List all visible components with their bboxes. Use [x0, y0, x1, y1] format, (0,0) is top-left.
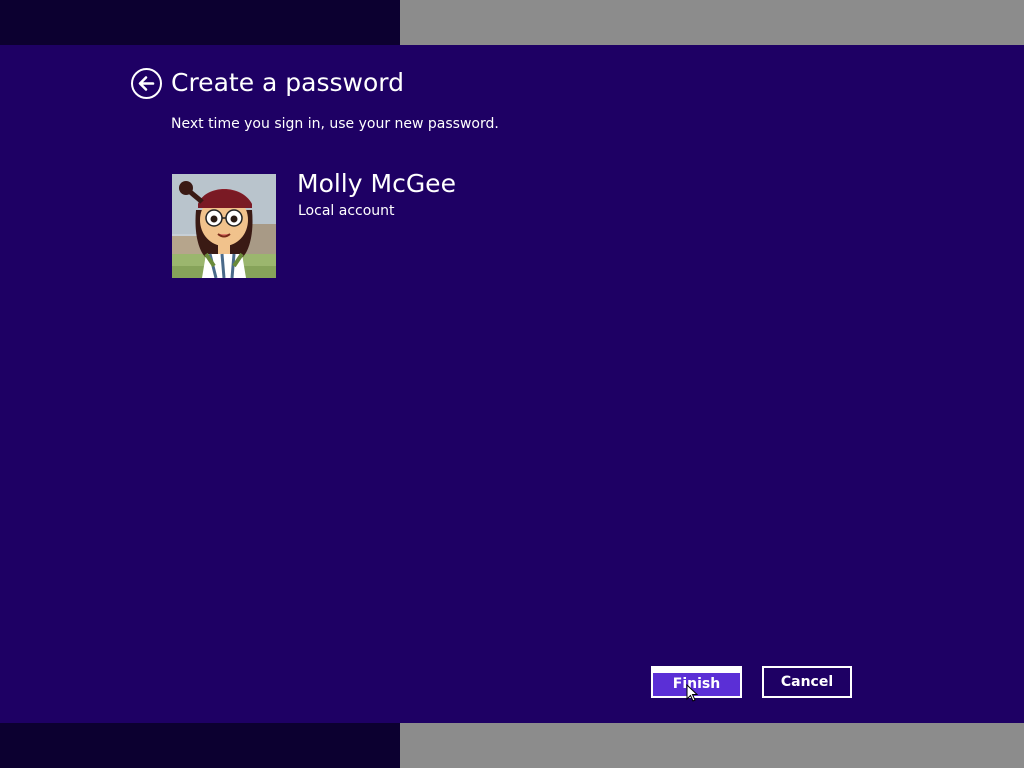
page-subtitle: Next time you sign in, use your new pass… [171, 116, 499, 132]
avatar-illustration [172, 174, 276, 278]
bottom-chrome-strip [0, 723, 1024, 768]
top-strip-grey [400, 0, 1024, 45]
back-arrow-icon [138, 76, 155, 91]
top-strip-dark [0, 0, 400, 45]
bottom-strip-grey [400, 723, 1024, 768]
cancel-button[interactable]: Cancel [762, 666, 852, 698]
finish-button[interactable]: Finish [651, 666, 742, 698]
account-type: Local account [298, 203, 395, 219]
user-avatar [172, 174, 276, 278]
back-button[interactable] [131, 68, 162, 99]
account-name: Molly McGee [297, 169, 456, 198]
top-chrome-strip [0, 0, 1024, 45]
wizard-panel [0, 45, 1024, 723]
page-title: Create a password [171, 68, 404, 97]
bottom-strip-dark [0, 723, 400, 768]
